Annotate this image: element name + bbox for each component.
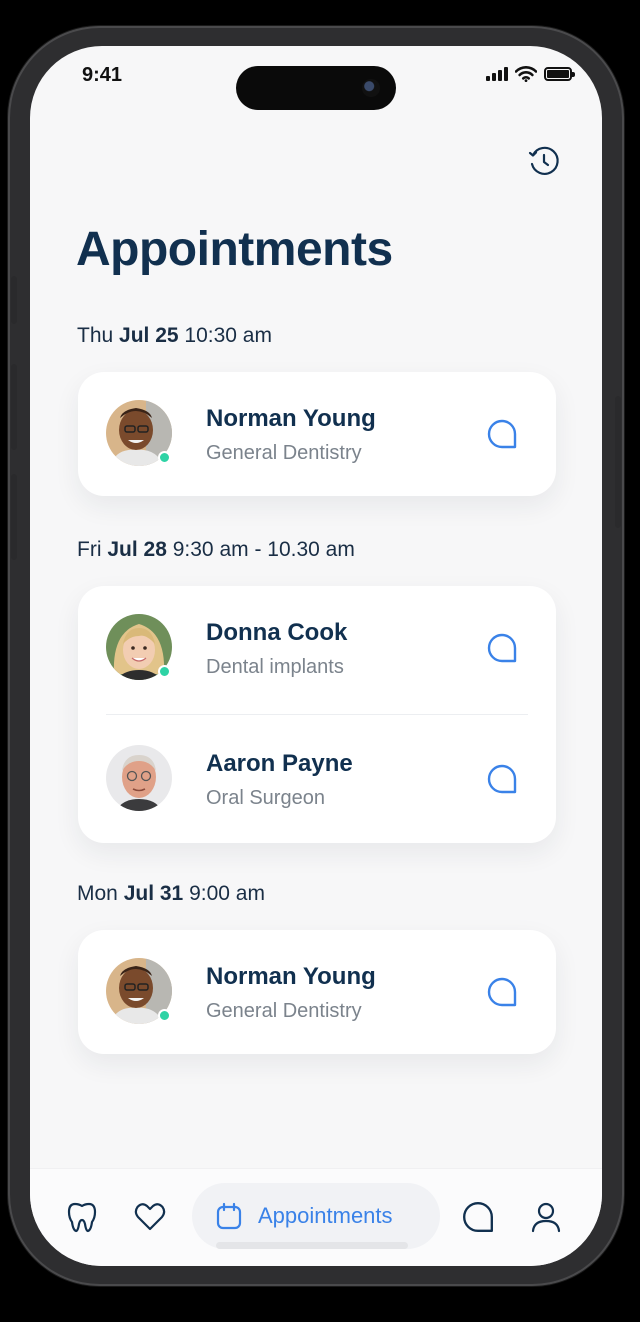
chat-bubble-icon <box>487 419 517 449</box>
appointment-row[interactable]: Norman Young General Dentistry <box>78 930 556 1054</box>
home-indicator <box>216 1242 408 1249</box>
chat-bubble-icon <box>487 633 517 663</box>
volume-up-button <box>11 364 17 450</box>
profile-icon <box>531 1202 561 1233</box>
appointment-card[interactable]: Norman Young General Dentistry <box>78 930 556 1054</box>
power-button <box>615 396 621 528</box>
appointment-card[interactable]: Donna Cook Dental implants Aaron Payne O… <box>78 586 556 843</box>
battery-icon <box>544 67 575 81</box>
phone-frame: 9:41 Appointments Thu Jul 25 10:30 am No… <box>8 26 624 1286</box>
chat-bubble-icon <box>487 977 517 1007</box>
chat-button[interactable] <box>486 632 518 664</box>
online-status-dot <box>158 1009 171 1022</box>
wifi-icon <box>515 66 537 82</box>
bottom-nav: Appointments <box>30 1168 602 1266</box>
nav-item-appointments[interactable]: Appointments <box>192 1183 440 1249</box>
avatar <box>106 745 172 811</box>
chat-button[interactable] <box>486 418 518 450</box>
doctor-name: Donna Cook <box>206 619 348 646</box>
nav-item-profile[interactable] <box>526 1197 566 1237</box>
doctor-name: Norman Young <box>206 405 376 432</box>
appointment-card[interactable]: Norman Young General Dentistry <box>78 372 556 496</box>
doctor-specialty: Dental implants <box>206 656 344 678</box>
chat-bubble-icon <box>487 764 517 794</box>
avatar <box>106 614 172 680</box>
heart-icon <box>134 1203 166 1231</box>
appointment-row[interactable]: Aaron Payne Oral Surgeon <box>78 715 556 843</box>
mute-switch <box>11 276 17 324</box>
chat-icon <box>463 1202 493 1232</box>
camera-icon <box>362 79 380 97</box>
online-status-dot <box>158 665 171 678</box>
appointment-date-label: Fri Jul 28 9:30 am - 10.30 am <box>77 538 355 561</box>
doctor-name: Aaron Payne <box>206 750 353 777</box>
appointment-date-label: Mon Jul 31 9:00 am <box>77 882 265 905</box>
nav-item-dental[interactable] <box>62 1197 102 1237</box>
avatar <box>106 958 172 1024</box>
dynamic-island <box>236 66 396 110</box>
calendar-icon <box>216 1202 242 1230</box>
doctor-name: Norman Young <box>206 963 376 990</box>
status-time: 9:41 <box>82 64 123 86</box>
nav-active-label: Appointments <box>258 1203 393 1228</box>
appointment-date-label: Thu Jul 25 10:30 am <box>77 324 272 347</box>
tooth-icon <box>67 1202 97 1233</box>
doctor-specialty: General Dentistry <box>206 442 362 464</box>
chat-button[interactable] <box>486 976 518 1008</box>
chat-button[interactable] <box>486 763 518 795</box>
volume-down-button <box>11 474 17 560</box>
nav-item-favorites[interactable] <box>130 1197 170 1237</box>
page-title: Appointments <box>76 223 393 276</box>
doctor-specialty: Oral Surgeon <box>206 787 325 809</box>
nav-item-messages[interactable] <box>458 1197 498 1237</box>
doctor-specialty: General Dentistry <box>206 1000 362 1022</box>
appointment-row[interactable]: Donna Cook Dental implants <box>78 586 556 714</box>
screen: 9:41 Appointments Thu Jul 25 10:30 am No… <box>30 46 602 1266</box>
history-clock-icon <box>528 146 559 175</box>
appointment-row[interactable]: Norman Young General Dentistry <box>78 372 556 496</box>
avatar <box>106 400 172 466</box>
history-button[interactable] <box>524 142 564 182</box>
online-status-dot <box>158 451 171 464</box>
cellular-signal-icon <box>486 67 508 81</box>
status-icons <box>486 66 575 82</box>
